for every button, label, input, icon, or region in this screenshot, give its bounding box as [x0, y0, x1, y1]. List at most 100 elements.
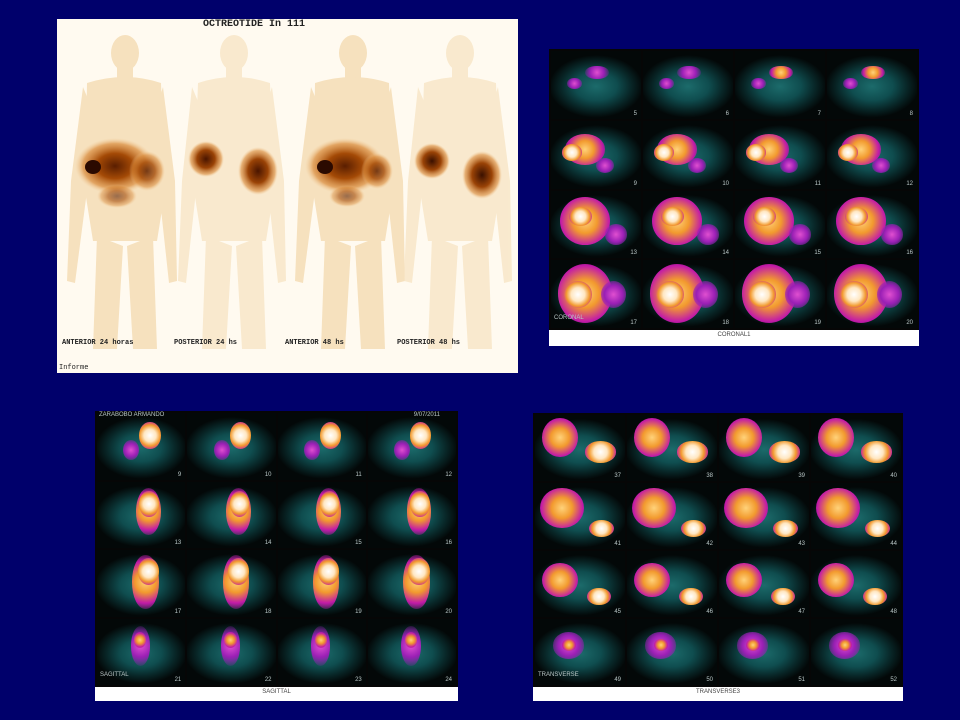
study-date-label: 9/07/2011 — [413, 412, 440, 418]
sagittal-slice-tile[interactable]: 11 — [277, 413, 366, 480]
slice-number: 45 — [614, 609, 621, 615]
coronal-slice-tile[interactable]: 9 — [551, 120, 641, 189]
uptake-blob — [655, 280, 685, 308]
slice-number: 10 — [264, 471, 272, 478]
sagittal-slice-tile[interactable]: 24 — [367, 618, 456, 685]
uptake-blob — [872, 158, 890, 173]
transverse-slice-tile[interactable]: 52 — [811, 619, 901, 685]
uptake-blob — [227, 557, 250, 585]
coronal-slice-tile[interactable]: 19 — [735, 260, 825, 328]
coronal-slice-tile[interactable]: 8 — [827, 51, 917, 119]
sagittal-slice-tile[interactable]: 20 — [367, 550, 456, 617]
uptake-blob — [634, 562, 671, 598]
transverse-slice-tile[interactable]: 41 — [535, 483, 625, 549]
transverse-slice-tile[interactable]: 45 — [535, 551, 625, 617]
coronal-slice-tile[interactable]: 10 — [643, 120, 733, 189]
body-posterior-48h — [404, 35, 512, 349]
uptake-blob — [753, 207, 776, 227]
slice-number: 20 — [906, 320, 913, 326]
coronal-slice-tile[interactable]: 12 — [827, 120, 917, 189]
uptake-blob — [784, 280, 810, 308]
sagittal-slice-tile[interactable]: 13 — [97, 481, 186, 548]
coronal-slice-tile[interactable]: 20 — [827, 260, 917, 328]
transverse-slice-tile[interactable]: 46 — [627, 551, 717, 617]
coronal-slice-tile[interactable]: 13 — [551, 190, 641, 259]
transverse-slice-tile[interactable]: 47 — [719, 551, 809, 617]
sagittal-slice-tile[interactable]: 9 — [97, 413, 186, 480]
slice-number: 42 — [706, 541, 713, 547]
coronal-slice-grid: 5 6 7 8 9 10 11 12 13 14 15 16 17 18 19 20 — [549, 49, 919, 330]
sagittal-slice-tile[interactable]: 22 — [187, 618, 276, 685]
transverse-slice-tile[interactable]: 39 — [719, 415, 809, 481]
slice-number: 8 — [909, 110, 913, 117]
sagittal-slice-tile[interactable]: 16 — [367, 481, 456, 548]
transverse-slice-tile[interactable]: 42 — [627, 483, 717, 549]
transverse-slice-tile[interactable]: 38 — [627, 415, 717, 481]
coronal-slice-tile[interactable]: 18 — [643, 260, 733, 328]
transverse-slice-tile[interactable]: 48 — [811, 551, 901, 617]
uptake-blob — [224, 631, 237, 648]
slice-number: 13 — [174, 540, 182, 546]
uptake-blob — [769, 441, 800, 463]
uptake-blob — [861, 65, 885, 80]
uptake-blob — [563, 280, 593, 308]
slice-number: 41 — [614, 541, 621, 547]
slice-number: 44 — [890, 541, 897, 547]
uptake-blob — [724, 488, 768, 528]
planar-whole-body-scan: OCTREOTIDE In 111 ANTERIOR 24 horas POST… — [57, 19, 518, 373]
slice-number: 18 — [264, 608, 272, 615]
transverse-slice-tile[interactable]: 50 — [627, 619, 717, 685]
transverse-spect-panel: 37 38 39 40 41 42 43 44 45 46 47 48 49 50 51 52 TRANSVE… — [533, 413, 903, 701]
uptake-blob — [123, 439, 140, 460]
body-posterior-24h — [178, 35, 286, 349]
coronal-slice-tile[interactable]: 11 — [735, 120, 825, 189]
uptake-blob — [562, 638, 577, 651]
coronal-slice-tile[interactable]: 16 — [827, 190, 917, 259]
slice-number: 9 — [633, 180, 637, 187]
coronal-slice-tile[interactable]: 15 — [735, 190, 825, 259]
uptake-blob — [303, 439, 320, 460]
sagittal-slice-tile[interactable]: 12 — [367, 413, 456, 480]
transverse-slice-tile[interactable]: 44 — [811, 483, 901, 549]
uptake-blob — [137, 557, 159, 585]
sagittal-slice-tile[interactable]: 19 — [277, 550, 366, 617]
uptake-blob — [677, 441, 708, 463]
uptake-blob — [780, 158, 798, 173]
transverse-slice-tile[interactable]: 51 — [719, 619, 809, 685]
uptake-blob — [585, 441, 616, 463]
uptake-blob — [410, 490, 430, 518]
uptake-blob — [681, 519, 707, 538]
uptake-blob — [408, 557, 430, 585]
sagittal-slice-tile[interactable]: 18 — [187, 550, 276, 617]
slice-number: 21 — [174, 677, 182, 683]
coronal-slice-tile[interactable]: 7 — [735, 51, 825, 119]
uptake-blob — [319, 422, 342, 449]
sagittal-slice-tile[interactable]: 15 — [277, 481, 366, 548]
slice-number: 16 — [445, 540, 452, 546]
sagittal-slice-tile[interactable]: 17 — [97, 550, 186, 617]
sagittal-slice-tile[interactable]: 14 — [187, 481, 276, 548]
uptake-blob — [845, 207, 868, 227]
sagittal-slice-tile[interactable]: 23 — [277, 618, 366, 685]
view-label-posterior-48h: POSTERIOR 48 hs — [397, 339, 461, 347]
slice-number: 14 — [722, 250, 729, 257]
coronal-slice-tile[interactable]: 6 — [643, 51, 733, 119]
uptake-blob — [818, 562, 855, 598]
coronal-slice-tile[interactable]: 5 — [551, 51, 641, 119]
uptake-blob — [692, 280, 718, 308]
transverse-slice-tile[interactable]: 37 — [535, 415, 625, 481]
uptake-blob — [540, 488, 584, 528]
uptake-blob — [838, 638, 853, 651]
transverse-caption: TRANSVERSE3 — [695, 689, 740, 695]
slice-number: 12 — [445, 471, 452, 478]
coronal-slice-tile[interactable]: 14 — [643, 190, 733, 259]
uptake-blob — [769, 65, 793, 80]
sagittal-slice-tile[interactable]: 10 — [187, 413, 276, 480]
slice-number: 11 — [814, 180, 821, 187]
uptake-blob — [542, 417, 579, 458]
uptake-blob — [569, 207, 592, 227]
transverse-slice-tile[interactable]: 43 — [719, 483, 809, 549]
uptake-blob — [585, 65, 609, 80]
uptake-blob — [746, 638, 761, 651]
transverse-slice-tile[interactable]: 40 — [811, 415, 901, 481]
